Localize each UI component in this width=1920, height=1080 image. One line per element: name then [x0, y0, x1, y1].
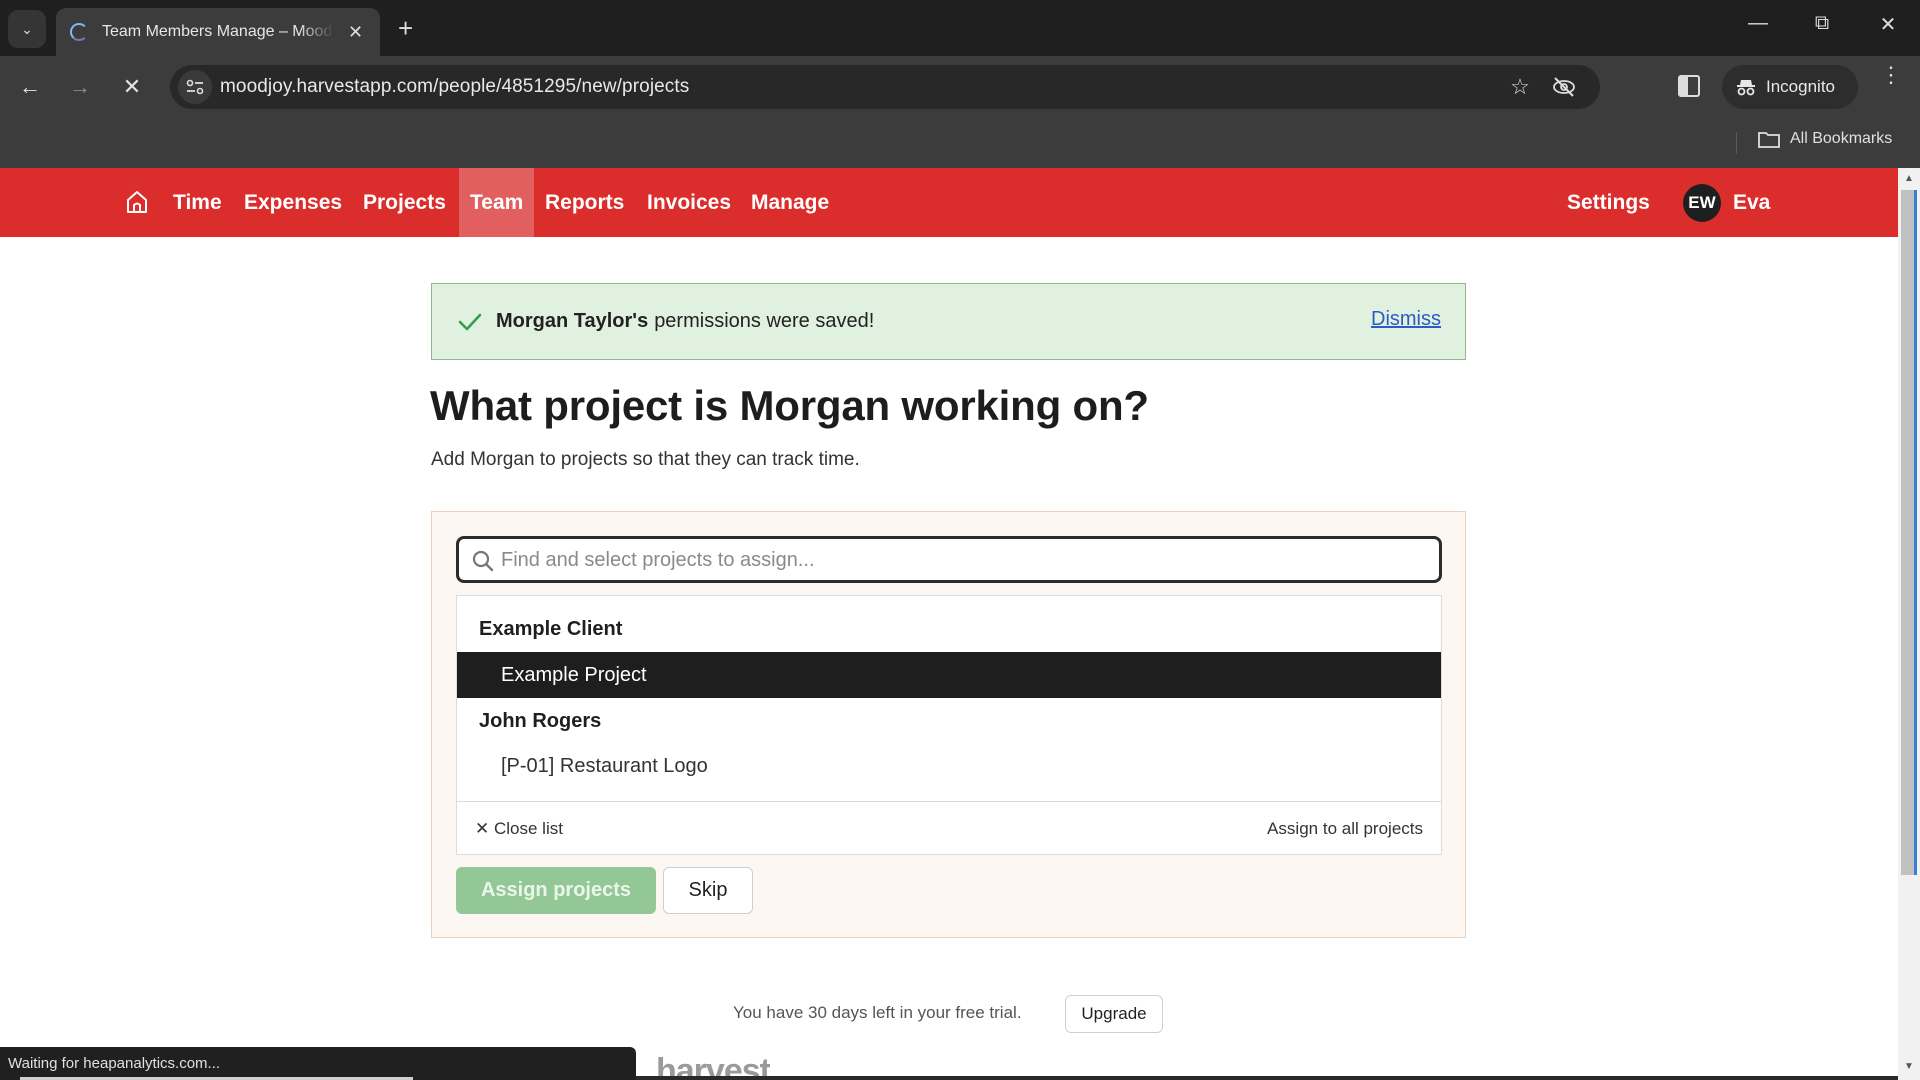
scrollbar-thumb[interactable]: [1901, 190, 1917, 875]
user-menu[interactable]: Eva: [1733, 168, 1770, 237]
project-option[interactable]: Example Project: [457, 652, 1441, 698]
search-icon: [472, 550, 494, 572]
browser-toolbar: ← → ✕ moodjoy.harvestapp.com/people/4851…: [0, 56, 1920, 118]
project-search-input[interactable]: [501, 545, 1421, 575]
arrow-right-icon: →: [69, 74, 91, 99]
tune-icon: [186, 79, 204, 95]
incognito-badge[interactable]: Incognito: [1722, 65, 1858, 109]
success-notice: Morgan Taylor's permissions were saved! …: [431, 283, 1466, 360]
trial-message: You have 30 days left in your free trial…: [733, 1003, 1022, 1022]
tab-search-button[interactable]: ⌄: [8, 10, 46, 48]
page-subtitle: Add Morgan to projects so that they can …: [431, 449, 860, 470]
close-tab-icon[interactable]: ✕: [348, 22, 363, 43]
loading-spinner-icon: [70, 23, 88, 41]
close-icon: ✕: [122, 74, 142, 99]
dismiss-link[interactable]: Dismiss: [1371, 308, 1441, 331]
project-search-field[interactable]: [456, 536, 1442, 583]
status-text: Waiting for heapanalytics.com...: [8, 1055, 221, 1072]
all-bookmarks-label: All Bookmarks: [1790, 130, 1893, 147]
browser-tab-strip: ⌄ Team Members Manage – Moodjoy ✕ + — ⧉ …: [0, 0, 1920, 56]
eye-off-icon[interactable]: [1552, 75, 1576, 99]
bookmarks-divider: [1736, 132, 1737, 154]
scroll-up-arrow-icon[interactable]: ▲: [1898, 170, 1920, 188]
avatar[interactable]: EW: [1683, 184, 1721, 222]
client-group-label: John Rogers: [479, 710, 602, 732]
incognito-label: Incognito: [1766, 77, 1835, 96]
new-tab-button[interactable]: +: [398, 12, 413, 44]
nav-time[interactable]: Time: [162, 168, 233, 237]
client-group-label: Example Client: [479, 618, 623, 640]
nav-team[interactable]: Team: [459, 168, 535, 237]
all-bookmarks-button[interactable]: All Bookmarks: [1758, 130, 1892, 148]
home-link[interactable]: [126, 190, 148, 219]
home-icon: [127, 191, 147, 213]
site-info-button[interactable]: [178, 70, 212, 104]
assign-all-projects-link[interactable]: Assign to all projects: [1267, 819, 1423, 839]
dropdown-footer: ✕ Close list Assign to all projects: [457, 801, 1441, 855]
close-list-button[interactable]: ✕ Close list: [475, 819, 563, 839]
nav-reports[interactable]: Reports: [534, 168, 635, 237]
scroll-down-arrow-icon[interactable]: ▼: [1898, 1058, 1920, 1076]
nav-projects[interactable]: Projects: [352, 168, 457, 237]
more-menu-icon[interactable]: ⋮: [1880, 64, 1902, 86]
folder-icon: [1758, 132, 1780, 148]
side-panel-icon[interactable]: [1678, 75, 1700, 97]
back-button[interactable]: ←: [12, 69, 48, 105]
tab-title: Team Members Manage – Moodjoy: [102, 23, 334, 40]
browser-tab-active[interactable]: Team Members Manage – Moodjoy ✕: [56, 8, 380, 56]
incognito-icon: [1737, 80, 1755, 96]
restore-icon[interactable]: ⧉: [1802, 12, 1842, 35]
nav-manage[interactable]: Manage: [740, 168, 840, 237]
minimize-icon[interactable]: —: [1738, 12, 1778, 35]
nav-expenses[interactable]: Expenses: [233, 168, 353, 237]
browser-status-bar: Waiting for heapanalytics.com...: [0, 1047, 636, 1080]
skip-button[interactable]: Skip: [663, 867, 753, 914]
url-text[interactable]: moodjoy.harvestapp.com/people/4851295/ne…: [220, 76, 689, 98]
close-icon: ✕: [475, 819, 490, 838]
upgrade-button[interactable]: Upgrade: [1065, 995, 1163, 1033]
stop-loading-button[interactable]: ✕: [114, 69, 150, 105]
arrow-left-icon: ←: [19, 74, 41, 99]
assign-projects-button[interactable]: Assign projects: [456, 867, 656, 914]
bookmarks-bar: All Bookmarks: [0, 118, 1920, 168]
forward-button[interactable]: →: [62, 69, 98, 105]
bottom-edge-bar: [636, 1076, 1898, 1080]
close-list-label: Close list: [493, 819, 563, 838]
close-window-icon[interactable]: ✕: [1868, 12, 1908, 37]
assign-projects-card: Example Client Example Project John Roge…: [431, 511, 1466, 938]
page-scrollbar[interactable]: ▲ ▼: [1898, 168, 1920, 1080]
bookmark-star-icon[interactable]: ☆: [1508, 74, 1532, 99]
notice-message: permissions were saved!: [654, 310, 875, 332]
project-dropdown-list: Example Client Example Project John Roge…: [456, 595, 1442, 855]
nav-invoices[interactable]: Invoices: [636, 168, 742, 237]
project-option[interactable]: [P-01] Restaurant Logo: [457, 743, 1441, 789]
address-bar[interactable]: moodjoy.harvestapp.com/people/4851295/ne…: [170, 65, 1600, 109]
notice-person-name: Morgan Taylor's: [496, 310, 649, 332]
checkmark-icon: [458, 313, 482, 330]
nav-settings[interactable]: Settings: [1567, 168, 1650, 237]
page-title: What project is Morgan working on?: [430, 382, 1149, 429]
app-nav-bar: Time Expenses Projects Team Reports Invo…: [0, 168, 1898, 237]
chevron-down-icon: ⌄: [21, 20, 33, 37]
